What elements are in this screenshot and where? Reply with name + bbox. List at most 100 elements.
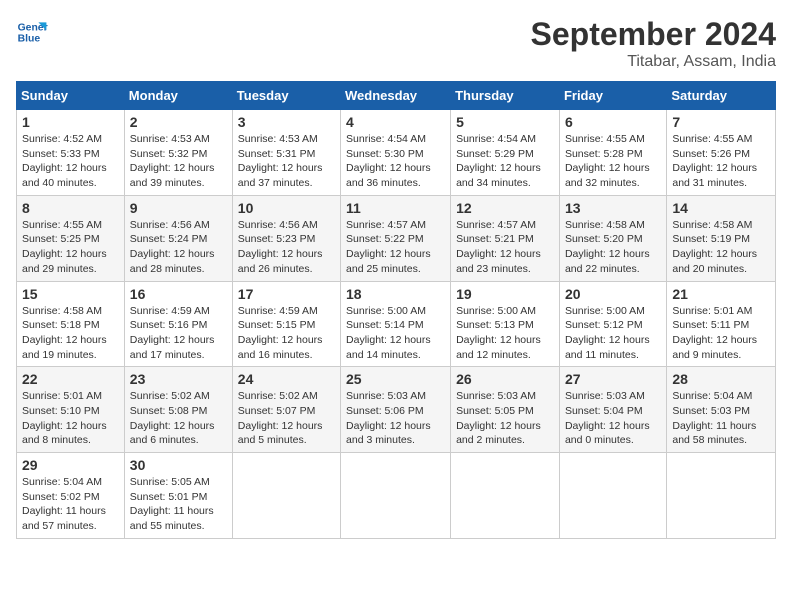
- day-info: Sunrise: 5:05 AMSunset: 5:01 PMDaylight:…: [130, 476, 214, 532]
- calendar-cell: 8 Sunrise: 4:55 AMSunset: 5:25 PMDayligh…: [17, 195, 125, 281]
- calendar-row-3: 15 Sunrise: 4:58 AMSunset: 5:18 PMDaylig…: [17, 281, 776, 367]
- calendar-cell: [451, 453, 560, 539]
- calendar-row-2: 8 Sunrise: 4:55 AMSunset: 5:25 PMDayligh…: [17, 195, 776, 281]
- day-number: 18: [346, 286, 445, 302]
- calendar-cell: 20 Sunrise: 5:00 AMSunset: 5:12 PMDaylig…: [559, 281, 666, 367]
- header-row: Sunday Monday Tuesday Wednesday Thursday…: [17, 82, 776, 110]
- calendar-cell: 2 Sunrise: 4:53 AMSunset: 5:32 PMDayligh…: [124, 110, 232, 196]
- day-info: Sunrise: 4:56 AMSunset: 5:23 PMDaylight:…: [238, 219, 323, 275]
- day-info: Sunrise: 4:55 AMSunset: 5:26 PMDaylight:…: [672, 133, 757, 189]
- calendar-cell: 22 Sunrise: 5:01 AMSunset: 5:10 PMDaylig…: [17, 367, 125, 453]
- calendar-cell: 6 Sunrise: 4:55 AMSunset: 5:28 PMDayligh…: [559, 110, 666, 196]
- logo: General Blue: [16, 16, 48, 48]
- calendar-cell: 13 Sunrise: 4:58 AMSunset: 5:20 PMDaylig…: [559, 195, 666, 281]
- calendar-row-4: 22 Sunrise: 5:01 AMSunset: 5:10 PMDaylig…: [17, 367, 776, 453]
- calendar-cell: [559, 453, 666, 539]
- col-wednesday: Wednesday: [341, 82, 451, 110]
- day-number: 5: [456, 114, 554, 130]
- day-number: 24: [238, 371, 335, 387]
- day-number: 23: [130, 371, 227, 387]
- calendar-cell: [341, 453, 451, 539]
- day-number: 14: [672, 200, 770, 216]
- day-info: Sunrise: 4:56 AMSunset: 5:24 PMDaylight:…: [130, 219, 215, 275]
- day-info: Sunrise: 5:03 AMSunset: 5:06 PMDaylight:…: [346, 390, 431, 446]
- day-number: 9: [130, 200, 227, 216]
- calendar-cell: 27 Sunrise: 5:03 AMSunset: 5:04 PMDaylig…: [559, 367, 666, 453]
- day-number: 13: [565, 200, 661, 216]
- calendar-cell: 30 Sunrise: 5:05 AMSunset: 5:01 PMDaylig…: [124, 453, 232, 539]
- calendar-cell: 15 Sunrise: 4:58 AMSunset: 5:18 PMDaylig…: [17, 281, 125, 367]
- calendar-cell: 19 Sunrise: 5:00 AMSunset: 5:13 PMDaylig…: [451, 281, 560, 367]
- day-number: 3: [238, 114, 335, 130]
- calendar-row-1: 1 Sunrise: 4:52 AMSunset: 5:33 PMDayligh…: [17, 110, 776, 196]
- day-number: 27: [565, 371, 661, 387]
- calendar-cell: 18 Sunrise: 5:00 AMSunset: 5:14 PMDaylig…: [341, 281, 451, 367]
- day-info: Sunrise: 4:58 AMSunset: 5:19 PMDaylight:…: [672, 219, 757, 275]
- calendar-cell: 3 Sunrise: 4:53 AMSunset: 5:31 PMDayligh…: [232, 110, 340, 196]
- day-info: Sunrise: 5:01 AMSunset: 5:10 PMDaylight:…: [22, 390, 107, 446]
- day-number: 19: [456, 286, 554, 302]
- calendar-cell: 16 Sunrise: 4:59 AMSunset: 5:16 PMDaylig…: [124, 281, 232, 367]
- day-info: Sunrise: 5:02 AMSunset: 5:07 PMDaylight:…: [238, 390, 323, 446]
- month-title: September 2024: [531, 16, 776, 53]
- calendar-table: Sunday Monday Tuesday Wednesday Thursday…: [16, 81, 776, 539]
- calendar-cell: 25 Sunrise: 5:03 AMSunset: 5:06 PMDaylig…: [341, 367, 451, 453]
- calendar-cell: 10 Sunrise: 4:56 AMSunset: 5:23 PMDaylig…: [232, 195, 340, 281]
- location-subtitle: Titabar, Assam, India: [531, 53, 776, 71]
- calendar-cell: 1 Sunrise: 4:52 AMSunset: 5:33 PMDayligh…: [17, 110, 125, 196]
- svg-text:Blue: Blue: [18, 34, 41, 45]
- day-number: 10: [238, 200, 335, 216]
- day-number: 30: [130, 457, 227, 473]
- day-info: Sunrise: 4:52 AMSunset: 5:33 PMDaylight:…: [22, 133, 107, 189]
- day-number: 17: [238, 286, 335, 302]
- day-info: Sunrise: 4:58 AMSunset: 5:20 PMDaylight:…: [565, 219, 650, 275]
- calendar-cell: 21 Sunrise: 5:01 AMSunset: 5:11 PMDaylig…: [667, 281, 776, 367]
- col-saturday: Saturday: [667, 82, 776, 110]
- calendar-cell: 11 Sunrise: 4:57 AMSunset: 5:22 PMDaylig…: [341, 195, 451, 281]
- col-sunday: Sunday: [17, 82, 125, 110]
- day-number: 28: [672, 371, 770, 387]
- day-number: 16: [130, 286, 227, 302]
- calendar-row-5: 29 Sunrise: 5:04 AMSunset: 5:02 PMDaylig…: [17, 453, 776, 539]
- day-info: Sunrise: 5:01 AMSunset: 5:11 PMDaylight:…: [672, 305, 757, 361]
- day-number: 12: [456, 200, 554, 216]
- day-number: 8: [22, 200, 119, 216]
- day-info: Sunrise: 4:55 AMSunset: 5:28 PMDaylight:…: [565, 133, 650, 189]
- calendar-cell: 4 Sunrise: 4:54 AMSunset: 5:30 PMDayligh…: [341, 110, 451, 196]
- day-info: Sunrise: 4:53 AMSunset: 5:32 PMDaylight:…: [130, 133, 215, 189]
- day-info: Sunrise: 4:59 AMSunset: 5:15 PMDaylight:…: [238, 305, 323, 361]
- calendar-cell: 23 Sunrise: 5:02 AMSunset: 5:08 PMDaylig…: [124, 367, 232, 453]
- day-info: Sunrise: 4:57 AMSunset: 5:22 PMDaylight:…: [346, 219, 431, 275]
- day-number: 20: [565, 286, 661, 302]
- calendar-cell: 17 Sunrise: 4:59 AMSunset: 5:15 PMDaylig…: [232, 281, 340, 367]
- day-number: 26: [456, 371, 554, 387]
- calendar-cell: 24 Sunrise: 5:02 AMSunset: 5:07 PMDaylig…: [232, 367, 340, 453]
- day-info: Sunrise: 4:54 AMSunset: 5:29 PMDaylight:…: [456, 133, 541, 189]
- calendar-cell: [232, 453, 340, 539]
- day-number: 11: [346, 200, 445, 216]
- day-info: Sunrise: 4:59 AMSunset: 5:16 PMDaylight:…: [130, 305, 215, 361]
- calendar-cell: 12 Sunrise: 4:57 AMSunset: 5:21 PMDaylig…: [451, 195, 560, 281]
- day-info: Sunrise: 4:55 AMSunset: 5:25 PMDaylight:…: [22, 219, 107, 275]
- day-info: Sunrise: 5:00 AMSunset: 5:13 PMDaylight:…: [456, 305, 541, 361]
- logo-icon: General Blue: [16, 16, 48, 48]
- day-info: Sunrise: 4:57 AMSunset: 5:21 PMDaylight:…: [456, 219, 541, 275]
- day-number: 21: [672, 286, 770, 302]
- day-info: Sunrise: 5:02 AMSunset: 5:08 PMDaylight:…: [130, 390, 215, 446]
- day-info: Sunrise: 4:54 AMSunset: 5:30 PMDaylight:…: [346, 133, 431, 189]
- calendar-cell: 26 Sunrise: 5:03 AMSunset: 5:05 PMDaylig…: [451, 367, 560, 453]
- calendar-cell: 5 Sunrise: 4:54 AMSunset: 5:29 PMDayligh…: [451, 110, 560, 196]
- day-number: 15: [22, 286, 119, 302]
- calendar-cell: 7 Sunrise: 4:55 AMSunset: 5:26 PMDayligh…: [667, 110, 776, 196]
- day-number: 4: [346, 114, 445, 130]
- calendar-cell: 9 Sunrise: 4:56 AMSunset: 5:24 PMDayligh…: [124, 195, 232, 281]
- col-monday: Monday: [124, 82, 232, 110]
- calendar-cell: 29 Sunrise: 5:04 AMSunset: 5:02 PMDaylig…: [17, 453, 125, 539]
- calendar-cell: [667, 453, 776, 539]
- day-number: 22: [22, 371, 119, 387]
- page-header: General Blue September 2024 Titabar, Ass…: [16, 16, 776, 71]
- day-info: Sunrise: 4:58 AMSunset: 5:18 PMDaylight:…: [22, 305, 107, 361]
- day-info: Sunrise: 5:00 AMSunset: 5:12 PMDaylight:…: [565, 305, 650, 361]
- day-number: 1: [22, 114, 119, 130]
- calendar-cell: 14 Sunrise: 4:58 AMSunset: 5:19 PMDaylig…: [667, 195, 776, 281]
